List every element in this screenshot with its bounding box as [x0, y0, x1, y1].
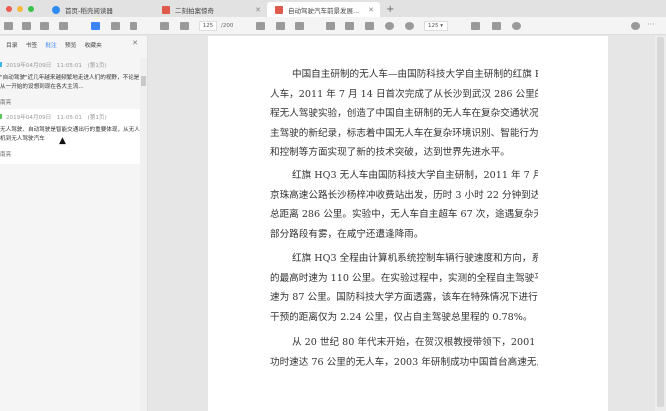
sidebar-tab-favorites[interactable]: 收藏夹	[80, 40, 105, 49]
text-line: 程无人驾驶实验，创造了中国自主研制的无人车在复杂交通状况下自	[270, 108, 538, 119]
toolbar: 125 /200 125 ▾ ···	[0, 17, 666, 35]
more-menu-button[interactable]: ···	[647, 20, 655, 29]
text-line: 部分路段有雾，在咸宁还遭逢降雨。	[270, 228, 424, 240]
print-icon[interactable]	[40, 22, 49, 30]
zoom-in-icon[interactable]	[405, 22, 414, 30]
annotation-meta: 2019年04月09日 11:05:01 (第1页)	[6, 63, 107, 69]
text-line: 功时速达 76 公里的无人车，2003 年研制成功中国首台高速无人驾驶	[270, 356, 538, 368]
annotation-text: 无人驾驶、自动驾驶是智能交通出行的重要体现，从无人机到无人驾驶汽车	[0, 127, 140, 142]
close-window-button[interactable]	[6, 5, 12, 12]
document-page: 中国自主研制的无人车—由国防科技大学自主研制的红旗 HQ3 无人车，2011 年…	[208, 36, 608, 411]
bookmark-icon[interactable]	[130, 22, 137, 30]
annotation-author: 南亮	[0, 152, 12, 158]
forward-arrow-icon[interactable]	[180, 22, 189, 30]
paragraph: 红旗 HQ3 全程由计算机系统控制车辆行驶速度和方向，系统设定的最高时速为 11…	[270, 249, 538, 327]
tab-label: 二刻拍案惊奇	[175, 6, 214, 15]
sidebar-tab-annotations[interactable]: 批注	[41, 40, 61, 49]
close-tab-icon[interactable]: ✕	[368, 6, 374, 14]
tab-bar: 首页-稻壳阅读器 二刻拍案惊奇 ✕ 自动驾驶汽车前景发展... ✕ +	[0, 0, 666, 17]
text-line: 速为 87 公里。国防科技大学方面透露，该车在特殊情况下进行人工	[270, 292, 538, 303]
paragraph: 中国自主研制的无人车—由国防科技大学自主研制的红旗 HQ3 无人车，2011 年…	[270, 65, 538, 163]
tab-document-1[interactable]: 二刻拍案惊奇 ✕	[154, 2, 267, 17]
annotation-color-marker	[0, 62, 2, 67]
maximize-window-button[interactable]	[28, 5, 34, 12]
save-icon[interactable]	[59, 22, 68, 30]
paragraph: 从 20 世纪 80 年代末开始，在贺汉根教授带领下，2001 年研制成功时速达…	[270, 333, 538, 372]
minimize-window-button[interactable]	[17, 5, 23, 12]
sidebar-tabs: 目录 书签 批注 预览 收藏夹	[0, 36, 147, 52]
new-tab-button[interactable]: +	[380, 2, 400, 17]
tab-home[interactable]: 首页-稻壳阅读器	[44, 2, 154, 17]
text-line: 红旗 HQ3 全程由计算机系统控制车辆行驶速度和方向，系统设定	[292, 253, 538, 264]
back-arrow-icon[interactable]	[160, 22, 169, 30]
pdf-icon	[275, 5, 283, 14]
text-line: 和控制等方面实现了新的技术突破，达到世界先进水平。	[270, 147, 510, 158]
sidebar-scrollbar[interactable]	[140, 58, 147, 411]
zoom-out-icon[interactable]	[385, 22, 394, 30]
text-line: 总距离 286 公里。实验中，无人车自主超车 67 次，途遇复杂天气，	[270, 209, 538, 220]
fit-page-icon[interactable]	[295, 22, 304, 30]
annotation-sidebar: 目录 书签 批注 预览 收藏夹 ✕ 2019年04月09日 11:05:01 (…	[0, 36, 148, 411]
user-avatar-icon[interactable]	[631, 22, 640, 30]
text-line: 中国自主研制的无人车—由国防科技大学自主研制的红旗 HQ3 无	[292, 69, 538, 80]
fullscreen-icon[interactable]	[365, 22, 374, 30]
mouse-cursor-icon: ▲	[59, 136, 66, 146]
vip-diamond-icon[interactable]	[492, 22, 501, 30]
sidebar-toggle-icon[interactable]	[91, 22, 100, 30]
document-scrollbar[interactable]	[655, 36, 666, 411]
close-tab-icon[interactable]: ✕	[255, 6, 261, 14]
sidebar-tab-bookmarks[interactable]: 书签	[22, 40, 42, 49]
text-line: 主驾驶的新纪录，标志着中国无人车在复杂环境识别、智能行为决策	[270, 127, 538, 139]
annotation-author: 南亮	[0, 100, 12, 106]
pdf-icon	[162, 5, 170, 14]
daoke-logo-icon	[52, 5, 60, 14]
close-sidebar-icon[interactable]: ✕	[132, 39, 138, 47]
zoom-select[interactable]: 125 ▾	[424, 21, 448, 31]
text-line: 人车，2011 年 7 月 14 日首次完成了从长沙到武汉 286 公里的高速全	[270, 88, 538, 100]
fit-width-icon[interactable]	[345, 22, 354, 30]
highlight-icon[interactable]	[326, 22, 335, 30]
annotation-item[interactable]: 2019年04月09日 11:05:01 (第1页) 无人驾驶、自动驾驶是智能交…	[0, 109, 140, 164]
text-line: 红旗 HQ3 无人车由国防科技大学自主研制，2011 年 7 月中旬它从	[292, 170, 538, 181]
annotation-item[interactable]: 2019年04月09日 11:05:01 (第1页) "自动驾驶"近几年越来越频…	[0, 58, 140, 108]
tab-document-2[interactable]: 自动驾驶汽车前景发展... ✕	[267, 2, 380, 17]
tab-label: 自动驾驶汽车前景发展...	[288, 6, 360, 15]
theme-palette-icon[interactable]	[512, 22, 521, 30]
text-line: 干预的距离仅为 2.24 公里，仅占自主驾驶总里程的 0.78%。	[270, 311, 533, 323]
sidebar-tab-preview[interactable]: 预览	[61, 40, 81, 49]
sidebar-tab-toc[interactable]: 目录	[2, 40, 22, 49]
tab-label: 首页-稻壳阅读器	[65, 6, 113, 15]
scrollbar-thumb[interactable]	[657, 37, 664, 407]
text-line: 京珠高速公路长沙杨梓冲收费站出发，历时 3 小时 22 分钟到达武汉，	[270, 189, 538, 201]
open-folder-icon[interactable]	[4, 22, 13, 30]
single-page-icon[interactable]	[256, 22, 265, 30]
annotation-color-marker	[0, 114, 2, 119]
annotation-meta: 2019年04月09日 11:05:01 (第1页)	[6, 115, 107, 121]
download-icon[interactable]	[471, 22, 480, 30]
annotation-text: "自动驾驶"近几年越来越频繁地走进人们的视野，不论是从一开始的设想到现在各大主流…	[0, 75, 140, 90]
page-number-input[interactable]: 125	[199, 21, 217, 31]
double-page-icon[interactable]	[276, 22, 285, 30]
scrollbar-thumb[interactable]	[141, 76, 146, 86]
window-controls	[0, 0, 40, 17]
text-line: 的最高时速为 110 公里。在实验过程中，实测的全程自主驾驶平均时	[270, 272, 538, 284]
paragraph: 红旗 HQ3 无人车由国防科技大学自主研制，2011 年 7 月中旬它从京珠高速…	[270, 166, 538, 244]
text-line: 从 20 世纪 80 年代末开始，在贺汉根教授带领下，2001 年研制成	[292, 337, 538, 348]
save-as-icon[interactable]	[22, 22, 31, 30]
right-panel-icon[interactable]	[111, 22, 120, 30]
page-total: /200	[221, 23, 234, 29]
